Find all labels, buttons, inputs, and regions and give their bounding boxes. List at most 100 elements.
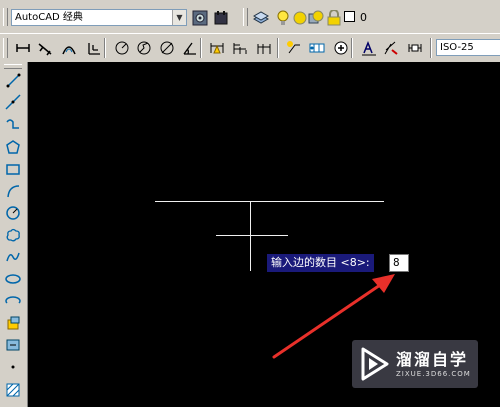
- make-block-icon: [6, 339, 20, 351]
- toolbar-separator: [277, 38, 279, 58]
- workspace-button[interactable]: [211, 8, 231, 28]
- linear-dim-button[interactable]: [13, 38, 33, 58]
- watermark: 溜溜自学 ZIXUE.3D66.COM: [352, 340, 478, 388]
- layer-lock-toggle[interactable]: [326, 8, 342, 28]
- revision-cloud-button[interactable]: [3, 225, 23, 245]
- ellipse-arc-icon: [5, 296, 21, 304]
- crosshair-cursor-vertical: [250, 201, 251, 271]
- center-mark-icon: [334, 41, 348, 55]
- circle-icon: [6, 206, 20, 220]
- rectangle-icon: [6, 164, 20, 175]
- circle-button[interactable]: [3, 203, 23, 223]
- linear-dim-icon: [16, 44, 30, 52]
- layer-color-swatch[interactable]: [343, 9, 355, 23]
- point-icon: [11, 365, 15, 369]
- construction-line-icon: [5, 94, 21, 110]
- radius-dim-button[interactable]: [112, 38, 132, 58]
- dim-edit-icon: [362, 40, 376, 56]
- hatch-button[interactable]: [3, 380, 23, 400]
- polyline-button[interactable]: [3, 114, 23, 134]
- revision-cloud-icon: [6, 228, 20, 242]
- continue-dim-button[interactable]: [254, 38, 274, 58]
- layer-vp-freeze-toggle[interactable]: [308, 8, 324, 28]
- aligned-dim-button[interactable]: [35, 38, 55, 58]
- quick-leader-icon: [287, 41, 300, 54]
- toolbar-grip[interactable]: [243, 8, 248, 26]
- toolbar-grip[interactable]: [3, 38, 8, 58]
- watermark-title: 溜溜自学: [396, 350, 469, 369]
- dynamic-input-prompt: 输入边的数目 <8>:: [267, 254, 374, 272]
- layer-lock-icon: [327, 10, 341, 26]
- quick-dim-button[interactable]: [207, 38, 227, 58]
- ordinate-dim-button[interactable]: [84, 38, 104, 58]
- tolerance-icon: [309, 43, 325, 53]
- workspace-settings-button[interactable]: [190, 8, 210, 28]
- line-button[interactable]: [3, 70, 23, 90]
- toolbar-grip[interactable]: [4, 64, 22, 69]
- toolbar-separator: [430, 38, 432, 58]
- layer-color-icon: [343, 10, 355, 22]
- jogged-dim-button[interactable]: [134, 38, 154, 58]
- dimension-toolbar: ISO-25: [0, 33, 500, 63]
- dim-text-edit-icon: [384, 41, 398, 55]
- insert-block-icon: [7, 316, 20, 330]
- play-logo-icon: [361, 347, 389, 381]
- angular-dim-icon: [183, 42, 196, 55]
- workspace-dropdown-value: AutoCAD 经典: [15, 12, 83, 23]
- line-icon: [6, 73, 21, 88]
- rectangle-button[interactable]: [3, 159, 23, 179]
- toolbar-grip[interactable]: [3, 8, 8, 26]
- tolerance-button[interactable]: [307, 38, 327, 58]
- draw-toolbar: [0, 62, 28, 407]
- spline-icon: [6, 252, 20, 262]
- workspace-dropdown[interactable]: AutoCAD 经典 ▼: [11, 9, 187, 26]
- toolbar-separator: [200, 38, 202, 58]
- arc-length-dim-icon: [62, 46, 76, 55]
- make-block-button[interactable]: [3, 335, 23, 355]
- insert-block-button[interactable]: [3, 313, 23, 333]
- spline-button[interactable]: [3, 247, 23, 267]
- baseline-dim-button[interactable]: [230, 38, 250, 58]
- quick-leader-button[interactable]: [284, 38, 304, 58]
- drawn-line: [155, 201, 384, 202]
- workspace-settings-icon: [192, 10, 208, 26]
- center-mark-button[interactable]: [331, 38, 351, 58]
- diameter-dim-icon: [160, 41, 174, 55]
- crosshair-cursor-horizontal: [216, 235, 288, 236]
- polygon-icon: [6, 140, 20, 154]
- dim-update-button[interactable]: [405, 38, 425, 58]
- aligned-dim-icon: [38, 43, 52, 56]
- diameter-dim-button[interactable]: [157, 38, 177, 58]
- ordinate-dim-icon: [88, 43, 100, 55]
- dim-text-edit-button[interactable]: [381, 38, 401, 58]
- arc-length-dim-button[interactable]: [59, 38, 79, 58]
- hatch-icon: [6, 383, 20, 397]
- baseline-dim-icon: [233, 43, 247, 54]
- ellipse-button[interactable]: [3, 269, 23, 289]
- current-layer-name[interactable]: 0: [360, 11, 367, 24]
- watermark-subtitle: ZIXUE.3D66.COM: [396, 370, 471, 378]
- workspace-icon: [214, 11, 228, 25]
- radius-dim-icon: [115, 41, 129, 55]
- dynamic-input-field[interactable]: 8: [389, 254, 409, 272]
- polyline-icon: [6, 119, 19, 129]
- point-button[interactable]: [3, 357, 23, 377]
- dim-edit-button[interactable]: [359, 38, 379, 58]
- angular-dim-button[interactable]: [180, 38, 200, 58]
- construction-line-button[interactable]: [3, 92, 23, 112]
- ellipse-icon: [5, 274, 21, 284]
- layer-freeze-icon: [308, 10, 324, 24]
- dim-style-dropdown[interactable]: ISO-25: [436, 39, 500, 56]
- dim-style-value: ISO-25: [440, 42, 474, 53]
- layer-manager-button[interactable]: [251, 8, 271, 28]
- layer-freeze-icon: [293, 11, 307, 25]
- chevron-down-icon[interactable]: ▼: [172, 10, 186, 25]
- continue-dim-icon: [257, 44, 271, 54]
- ellipse-arc-button[interactable]: [3, 291, 23, 311]
- polygon-button[interactable]: [3, 137, 23, 157]
- toolbar-separator: [351, 38, 353, 58]
- arc-button[interactable]: [3, 181, 23, 201]
- layer-on-toggle[interactable]: [275, 8, 291, 28]
- dim-update-icon: [408, 44, 422, 52]
- layer-freeze-toggle[interactable]: [292, 8, 308, 28]
